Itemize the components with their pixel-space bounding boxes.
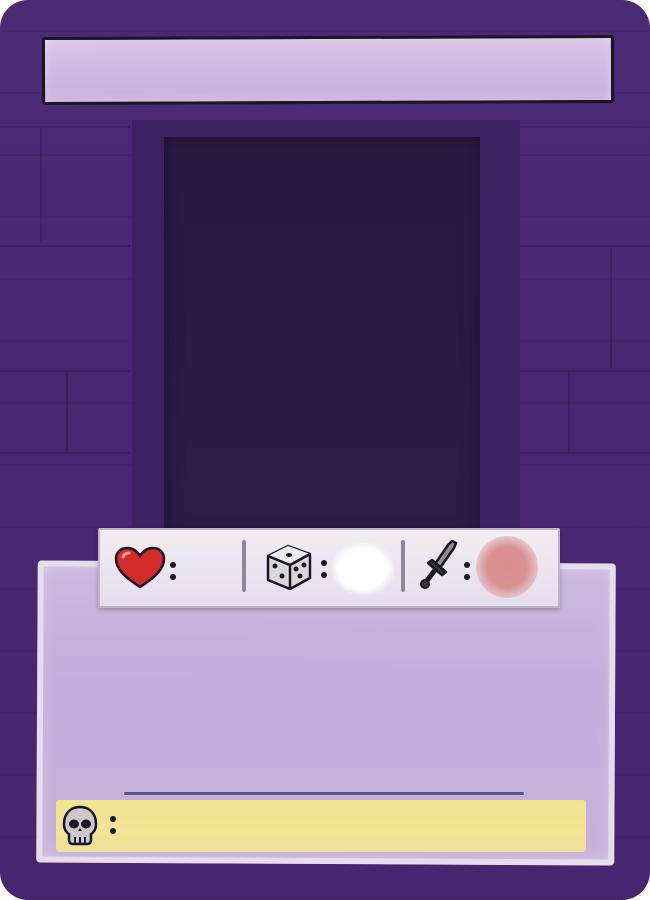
card-description (70, 610, 580, 780)
roll-value (332, 548, 394, 588)
wall-brick-line (0, 126, 130, 128)
wall-brick-line (520, 245, 650, 247)
health-value (180, 548, 230, 588)
wall-brick-line (0, 245, 130, 247)
wall-brick-line (520, 452, 650, 454)
wall-brick-joint (568, 372, 570, 452)
dice-icon (266, 544, 312, 591)
attack-colon (464, 560, 470, 582)
wall-brick-joint (610, 248, 612, 368)
roll-colon (321, 558, 327, 580)
stats-separator (401, 540, 405, 592)
wall-brick-joint (66, 372, 68, 452)
health-colon (170, 560, 176, 582)
card-title-banner (41, 35, 615, 105)
wall-brick-line (520, 370, 650, 372)
defeat-reward-text (130, 812, 570, 840)
card-art-area (164, 137, 480, 537)
defeat-colon (110, 814, 116, 836)
sword-icon (420, 539, 458, 589)
divider-line (124, 792, 524, 795)
wall-brick-line (0, 452, 130, 454)
attack-value (476, 546, 538, 588)
wall-brick-line (520, 126, 650, 128)
heart-icon (114, 546, 166, 589)
skull-icon (62, 805, 98, 846)
stats-separator (242, 540, 246, 592)
wall-brick-line (0, 370, 130, 372)
wall-brick-joint (40, 128, 42, 243)
